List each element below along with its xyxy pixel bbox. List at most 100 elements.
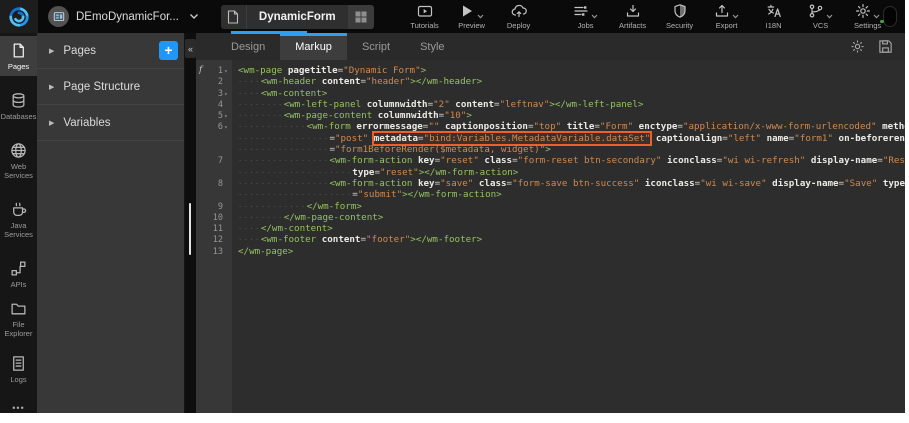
topbar-action-preview[interactable]: Preview bbox=[457, 4, 487, 30]
editor-area: DesignMarkupScriptStyle bbox=[196, 33, 905, 413]
project-name: DEmoDynamicFor... bbox=[76, 11, 179, 23]
save-file-icon[interactable] bbox=[878, 39, 893, 54]
sidebar-item-databases[interactable]: Databases bbox=[0, 86, 37, 126]
vcs-branch-icon bbox=[808, 4, 833, 19]
code-row: 6▾············<wm-form errormessage="" c… bbox=[196, 121, 905, 132]
topbar-action-label: Preview bbox=[458, 21, 485, 30]
panel-section-pages[interactable]: ▶Pages+ bbox=[37, 33, 184, 69]
topbar: DEmoDynamicFor... DynamicForm Tutorials P… bbox=[0, 0, 905, 33]
panel-divider: « bbox=[185, 33, 196, 413]
preview-play-icon bbox=[459, 4, 484, 19]
topbar-action-export[interactable]: Export bbox=[712, 4, 742, 30]
topbar-action-i18n[interactable]: I18N bbox=[759, 4, 789, 30]
code-token: ></wm-form-action> bbox=[419, 167, 519, 178]
sidebar-item-apis[interactable]: APIs bbox=[0, 254, 37, 294]
topbar-action-security[interactable]: Security bbox=[665, 4, 695, 30]
panel-section-label: Variables bbox=[63, 117, 178, 129]
code-row: 2····<wm-header content="header"></wm-he… bbox=[196, 76, 905, 87]
gutter-marker: f bbox=[199, 65, 202, 76]
sidebar-item-label: Web Services bbox=[1, 162, 36, 180]
code-token: <wm-left-panel bbox=[284, 99, 361, 110]
sidebar-item-label: Databases bbox=[1, 112, 37, 121]
topbar-action-label: Jobs bbox=[578, 21, 594, 30]
grid-icon[interactable] bbox=[348, 5, 374, 29]
topbar-action-tutorials[interactable]: Tutorials bbox=[410, 4, 440, 30]
sidebar-item-label: APIs bbox=[11, 280, 27, 289]
project-selector[interactable]: DEmoDynamicFor... bbox=[48, 6, 199, 27]
markup-settings-gear-icon[interactable] bbox=[850, 39, 865, 54]
code-token: "Reset" bbox=[883, 155, 905, 166]
code-token: <wm-form-action bbox=[329, 178, 412, 189]
indent-guides: ········ bbox=[238, 214, 284, 222]
code-token: captionalign bbox=[656, 133, 722, 144]
code-token: pagetitle bbox=[288, 65, 338, 76]
code-token: "Dynamic Form" bbox=[343, 65, 420, 76]
tab-markup[interactable]: Markup bbox=[280, 33, 347, 60]
code-editor[interactable]: f1▾<wm-page pagetitle="Dynamic Form">2··… bbox=[196, 60, 905, 413]
file-tab[interactable]: DynamicForm bbox=[221, 5, 374, 29]
line-number: 13 bbox=[197, 247, 223, 258]
gutter: 8 bbox=[196, 178, 232, 189]
apis-connector-icon bbox=[10, 260, 27, 277]
gutter bbox=[196, 133, 232, 144]
sidebar-item-label: Java Services bbox=[1, 221, 36, 239]
indent-guides: ················ bbox=[238, 135, 329, 143]
indent-guides: ···· bbox=[238, 90, 261, 98]
code-row: ····················type="reset"></wm-fo… bbox=[196, 167, 905, 178]
chevron-down-icon bbox=[826, 14, 833, 19]
gutter: 7 bbox=[196, 155, 232, 166]
topbar-action-label: Deploy bbox=[507, 21, 530, 30]
code-token: key bbox=[418, 178, 435, 189]
code-line: ····<wm-header content="header"></wm-hea… bbox=[232, 76, 482, 87]
code-token: "form1BeforeRender($metadata, widget)" bbox=[335, 144, 545, 155]
code-token: type bbox=[352, 167, 374, 178]
panel-section-variables[interactable]: ▶Variables bbox=[37, 105, 184, 141]
tab-style[interactable]: Style bbox=[405, 33, 459, 60]
code-token: "wi wi-save" bbox=[700, 178, 766, 189]
add-page-button[interactable]: + bbox=[159, 41, 178, 60]
indent-guides: ········ bbox=[238, 101, 284, 109]
panel-section-page-structure[interactable]: ▶Page Structure bbox=[37, 69, 184, 105]
sidebar-item-file-explorer[interactable]: File Explorer bbox=[0, 294, 37, 343]
file-explorer-folder-icon bbox=[10, 300, 27, 317]
tab-design[interactable]: Design bbox=[216, 33, 280, 60]
gutter: 9 bbox=[196, 201, 232, 212]
code-token: "Save" bbox=[844, 178, 877, 189]
code-row: 12····<wm-footer content="footer"></wm-f… bbox=[196, 234, 905, 245]
scrollbar-thumb[interactable] bbox=[189, 203, 191, 255]
wavemaker-logo[interactable] bbox=[0, 0, 38, 33]
topbar-action-deploy[interactable]: Deploy bbox=[504, 4, 534, 30]
databases-icon bbox=[10, 92, 27, 109]
sidebar-more-button[interactable]: ••• bbox=[0, 395, 37, 423]
sidebar-item-java-services[interactable]: Java Services bbox=[0, 195, 37, 244]
code-line: </wm-page> bbox=[232, 246, 293, 257]
chevron-down-icon bbox=[732, 14, 739, 19]
code-row: 4········<wm-left-panel columnwidth="2" … bbox=[196, 99, 905, 110]
topbar-action-settings[interactable]: Settings bbox=[853, 4, 883, 30]
tab-script[interactable]: Script bbox=[347, 33, 405, 60]
code-token: "left" bbox=[728, 133, 761, 144]
topbar-action-vcs[interactable]: VCS bbox=[806, 4, 836, 30]
code-token: method bbox=[882, 121, 905, 132]
code-token: </wm-page-content> bbox=[284, 212, 384, 223]
sidebar-item-logs[interactable]: Logs bbox=[0, 349, 37, 389]
left-toolbar: Pages Databases Web Services Java Services A… bbox=[0, 33, 37, 413]
topbar-action-jobs[interactable]: Jobs bbox=[571, 4, 601, 30]
sidebar-item-web-services[interactable]: Web Services bbox=[0, 136, 37, 185]
code-token: "form-save btn-success" bbox=[512, 178, 639, 189]
code-token: <wm-form-action bbox=[329, 155, 412, 166]
code-token: columnwidth bbox=[378, 110, 439, 121]
gutter: 13 bbox=[196, 246, 232, 257]
code-token: <wm-page-content bbox=[284, 110, 373, 121]
panel-section-label: Page Structure bbox=[63, 81, 178, 93]
code-token: </wm-page> bbox=[238, 246, 293, 257]
topbar-action-artifacts[interactable]: Artifacts bbox=[618, 4, 648, 30]
user-account-pill[interactable] bbox=[883, 6, 897, 27]
code-token: display-name bbox=[772, 178, 838, 189]
sidebar-item-pages[interactable]: Pages bbox=[0, 36, 37, 76]
code-token: "wi wi-refresh" bbox=[722, 155, 805, 166]
collapse-panel-button[interactable]: « bbox=[185, 39, 196, 58]
code-token: "footer" bbox=[366, 234, 410, 245]
code-token: "submit" bbox=[358, 189, 402, 200]
code-line: ················="form1BeforeRender($met… bbox=[232, 144, 551, 155]
